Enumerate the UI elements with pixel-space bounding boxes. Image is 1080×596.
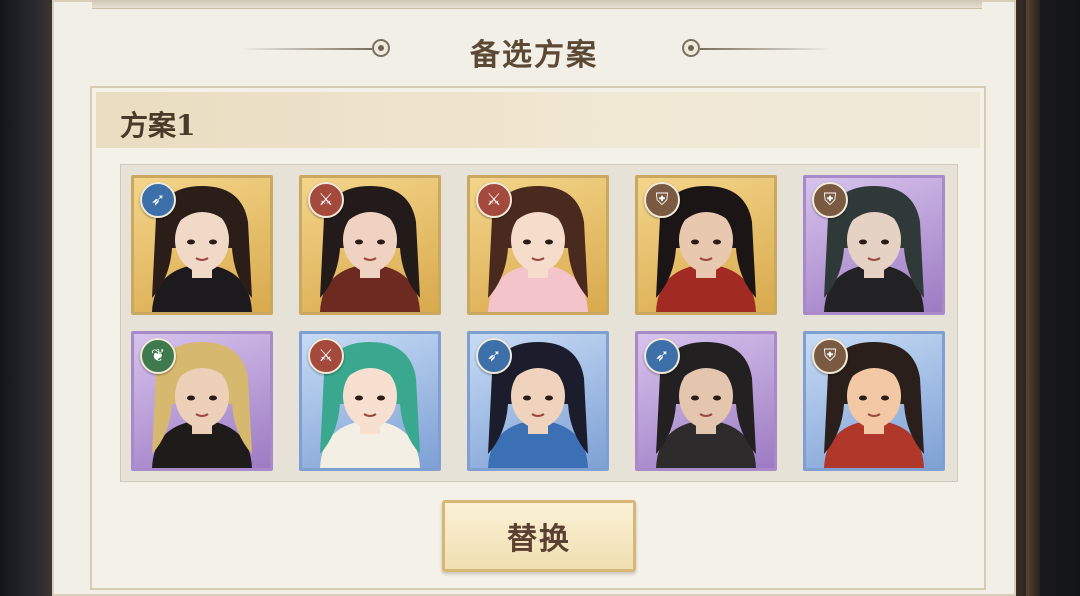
leaf-icon: ❦ [140, 338, 176, 374]
lineup-panel: 备选方案 方案1 ➶ ⚔ ⚔ ⛨ ⛨ ❦ ⚔ ➶ ➶ ⛨ 替换 [52, 0, 1016, 596]
shield-icon: ⛨ [644, 182, 680, 218]
left-background [0, 0, 52, 596]
hero-slot[interactable]: ⚔ [467, 175, 609, 315]
hero-slot[interactable]: ⛨ [803, 175, 945, 315]
right-ornament-line [700, 48, 832, 50]
sword-icon: ⚔ [308, 182, 344, 218]
hero-slot[interactable]: ⚔ [299, 331, 441, 471]
hero-grid: ➶ ⚔ ⚔ ⛨ ⛨ ❦ ⚔ ➶ ➶ ⛨ [120, 164, 958, 482]
shield-icon: ⛨ [812, 338, 848, 374]
hero-slot[interactable]: ➶ [467, 331, 609, 471]
scroll-rail [1026, 0, 1040, 596]
right-ornament-knob [682, 39, 700, 57]
hero-slot[interactable]: ⛨ [803, 331, 945, 471]
replace-button[interactable]: 替换 [442, 500, 636, 572]
right-background [1016, 0, 1080, 596]
sword-icon: ⚔ [308, 338, 344, 374]
section-header: 备选方案 [52, 22, 1016, 78]
hero-slot[interactable]: ➶ [131, 175, 273, 315]
previous-section-edge [92, 0, 982, 9]
plan-header: 方案1 [96, 92, 980, 148]
arrow-icon: ➶ [476, 338, 512, 374]
hero-slot[interactable]: ➶ [635, 331, 777, 471]
shield-icon: ⛨ [812, 182, 848, 218]
hero-slot[interactable]: ⚔ [299, 175, 441, 315]
plan-card: 方案1 ➶ ⚔ ⚔ ⛨ ⛨ ❦ ⚔ ➶ ➶ ⛨ 替换 [90, 86, 986, 590]
hero-slot[interactable]: ⛨ [635, 175, 777, 315]
arrow-icon: ➶ [644, 338, 680, 374]
hero-slot[interactable]: ❦ [131, 331, 273, 471]
section-title: 备选方案 [470, 38, 598, 73]
arrow-icon: ➶ [140, 182, 176, 218]
sword-icon: ⚔ [476, 182, 512, 218]
plan-title: 方案1 [120, 109, 196, 142]
